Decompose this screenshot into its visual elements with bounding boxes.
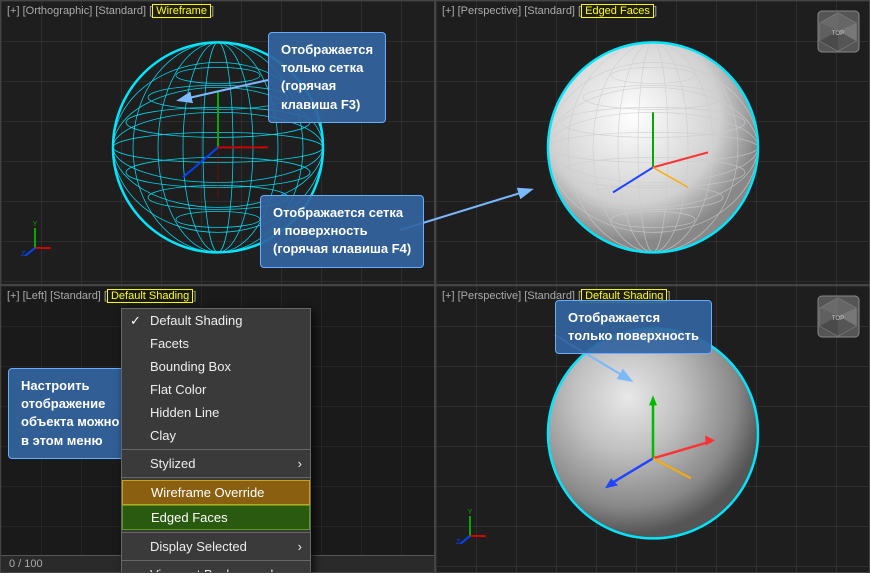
sphere-wireframe xyxy=(108,37,328,257)
shading-context-menu[interactable]: Default Shading Facets Bounding Box Flat… xyxy=(121,308,311,573)
svg-text:Y: Y xyxy=(468,509,473,516)
panel-top-left[interactable]: [+] [Orthographic] [Standard] [Wireframe… xyxy=(0,0,435,285)
panel-bottom-left[interactable]: [+] [Left] [Standard] [Default Shading] … xyxy=(0,285,435,573)
panel-bottom-right[interactable]: [+] [Perspective] [Standard] [Default Sh… xyxy=(435,285,870,573)
svg-text:X: X xyxy=(52,245,53,252)
panel-br-mode: Default Shading xyxy=(581,289,667,303)
menu-item-edged-faces[interactable]: Edged Faces xyxy=(122,505,310,530)
viewport-grid: [+] [Orthographic] [Standard] [Wireframe… xyxy=(0,0,870,573)
menu-item-default-shading[interactable]: Default Shading xyxy=(122,309,310,332)
menu-sep-1 xyxy=(122,449,310,450)
svg-text:Y: Y xyxy=(33,221,38,228)
svg-text:TOP: TOP xyxy=(832,31,844,37)
menu-item-bounding-box[interactable]: Bounding Box xyxy=(122,355,310,378)
sphere-shaded xyxy=(543,323,763,543)
menu-item-viewport-background[interactable]: Viewport Background xyxy=(122,563,310,573)
svg-text:TOP: TOP xyxy=(832,316,844,322)
menu-item-hidden-line[interactable]: Hidden Line xyxy=(122,401,310,424)
menu-item-wireframe-override[interactable]: Wireframe Override xyxy=(122,480,310,505)
menu-item-stylized[interactable]: Stylized xyxy=(122,452,310,475)
menu-item-display-selected[interactable]: Display Selected xyxy=(122,535,310,558)
gizmo-br: Y X Z xyxy=(452,508,488,544)
svg-text:X: X xyxy=(487,533,488,540)
panel-br-header: [+] [Perspective] [Standard] [Default Sh… xyxy=(442,290,670,302)
panel-tr-header: [+] [Perspective] [Standard] [Edged Face… xyxy=(442,5,657,17)
nav-cube-br[interactable]: TOP xyxy=(816,294,861,339)
panel-tr-mode: Edged Faces xyxy=(581,4,654,18)
panel-bl-header: [+] [Left] [Standard] [Default Shading] xyxy=(7,290,196,302)
panel-bl-mode: Default Shading xyxy=(107,289,193,303)
menu-item-flat-color[interactable]: Flat Color xyxy=(122,378,310,401)
panel-tl-mode: Wireframe xyxy=(152,4,211,18)
menu-item-facets[interactable]: Facets xyxy=(122,332,310,355)
nav-cube-tr[interactable]: TOP xyxy=(816,9,861,54)
panel-tl-header: [+] [Orthographic] [Standard] [Wireframe… xyxy=(7,5,214,17)
panel-top-right[interactable]: [+] [Perspective] [Standard] [Edged Face… xyxy=(435,0,870,285)
menu-sep-3 xyxy=(122,532,310,533)
menu-sep-4 xyxy=(122,560,310,561)
gizmo-tl: Y X Z xyxy=(17,220,53,256)
svg-text:Z: Z xyxy=(21,251,26,256)
menu-item-clay[interactable]: Clay xyxy=(122,424,310,447)
menu-sep-2 xyxy=(122,477,310,478)
svg-text:Z: Z xyxy=(456,539,461,544)
sphere-edged-faces xyxy=(543,37,763,257)
